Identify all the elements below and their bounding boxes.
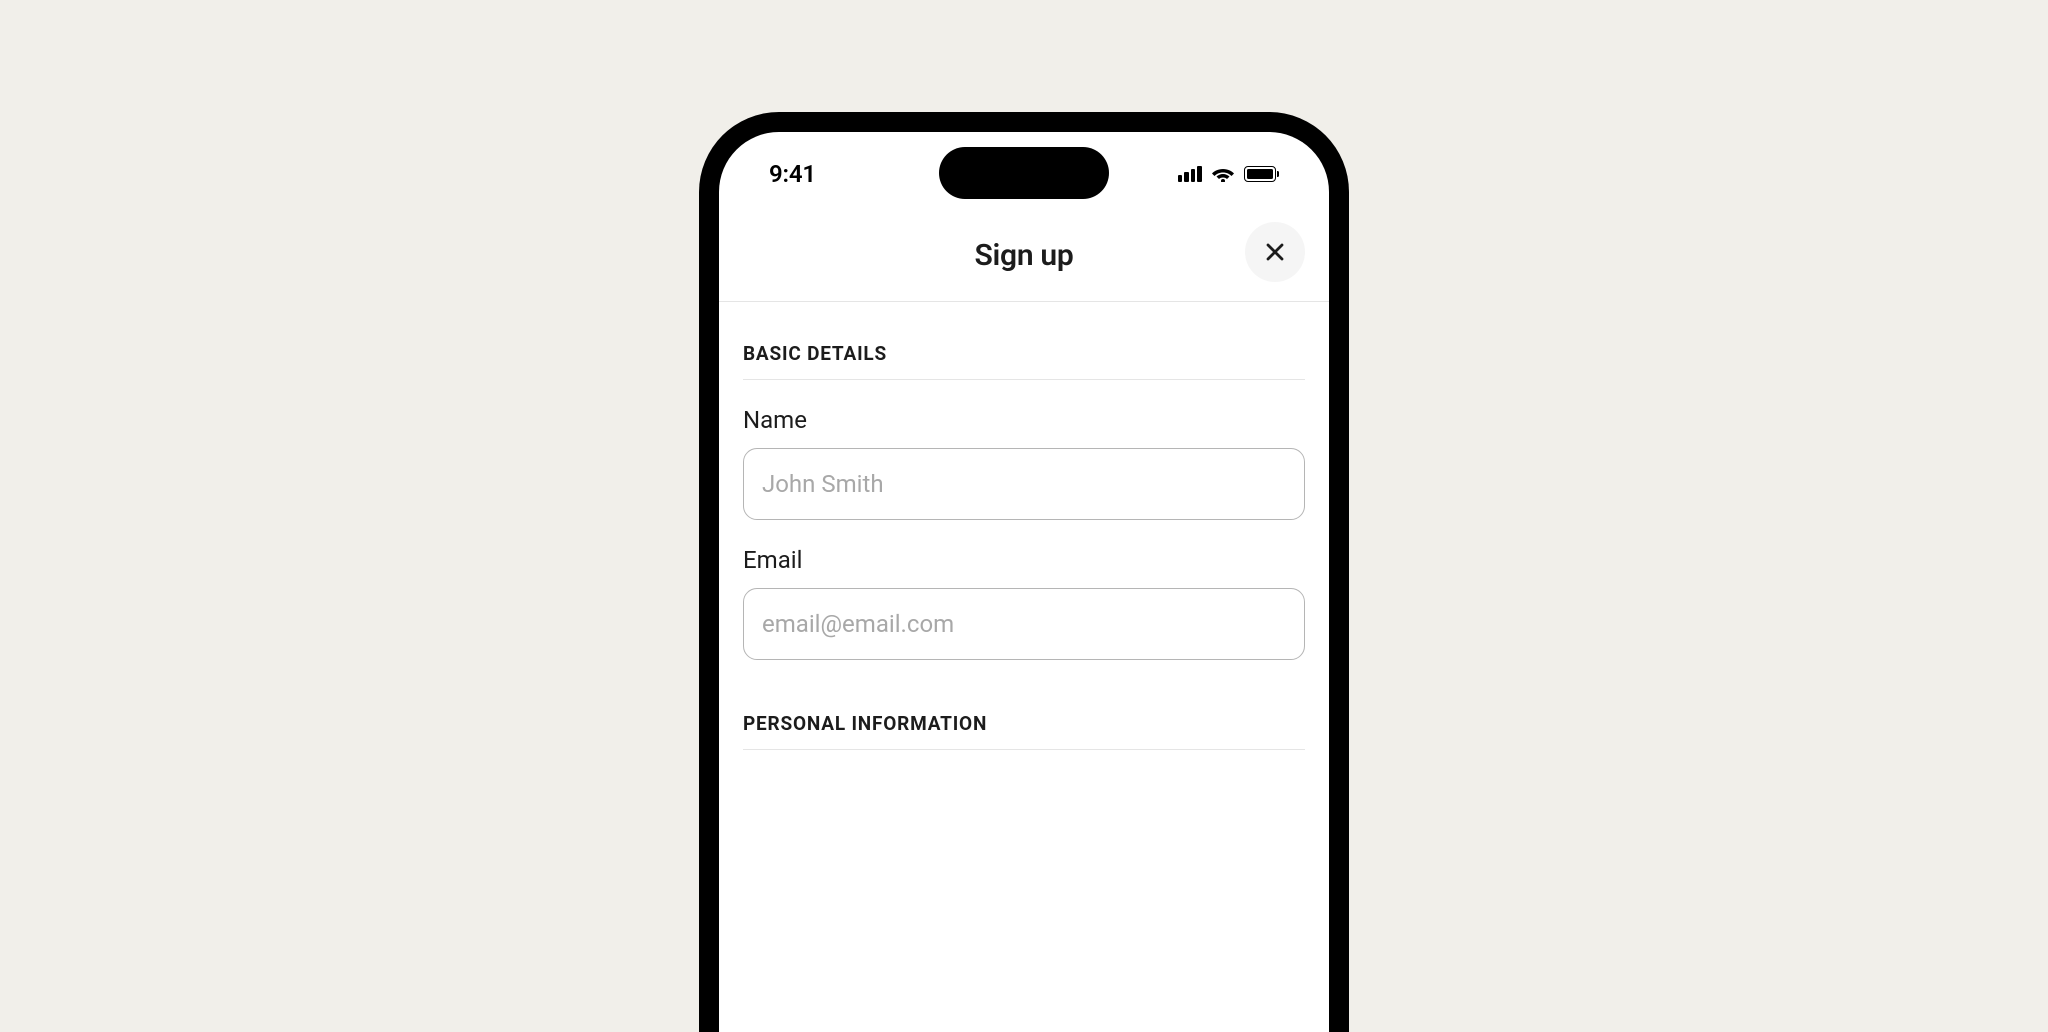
close-icon bbox=[1265, 242, 1285, 262]
name-input[interactable] bbox=[743, 448, 1305, 520]
status-time: 9:41 bbox=[769, 160, 816, 188]
form-content: BASIC DETAILS Name Email PERSONAL INFORM… bbox=[719, 302, 1329, 750]
status-indicators bbox=[1178, 166, 1280, 182]
phone-frame: 9:41 bbox=[699, 112, 1349, 1032]
battery-icon bbox=[1244, 166, 1280, 182]
page-title: Sign up bbox=[975, 238, 1074, 273]
email-label: Email bbox=[743, 546, 1305, 574]
cellular-icon bbox=[1178, 166, 1202, 182]
close-button[interactable] bbox=[1245, 222, 1305, 282]
name-label: Name bbox=[743, 406, 1305, 434]
field-group-email: Email bbox=[743, 520, 1305, 660]
status-bar: 9:41 bbox=[719, 132, 1329, 202]
phone-screen: 9:41 bbox=[719, 132, 1329, 1032]
email-input[interactable] bbox=[743, 588, 1305, 660]
section-header-basic-details: BASIC DETAILS bbox=[743, 302, 1305, 380]
wifi-icon bbox=[1212, 166, 1234, 182]
section-header-personal-information: PERSONAL INFORMATION bbox=[743, 660, 1305, 750]
dynamic-island bbox=[939, 147, 1109, 199]
field-group-name: Name bbox=[743, 380, 1305, 520]
page-header: Sign up bbox=[719, 202, 1329, 302]
